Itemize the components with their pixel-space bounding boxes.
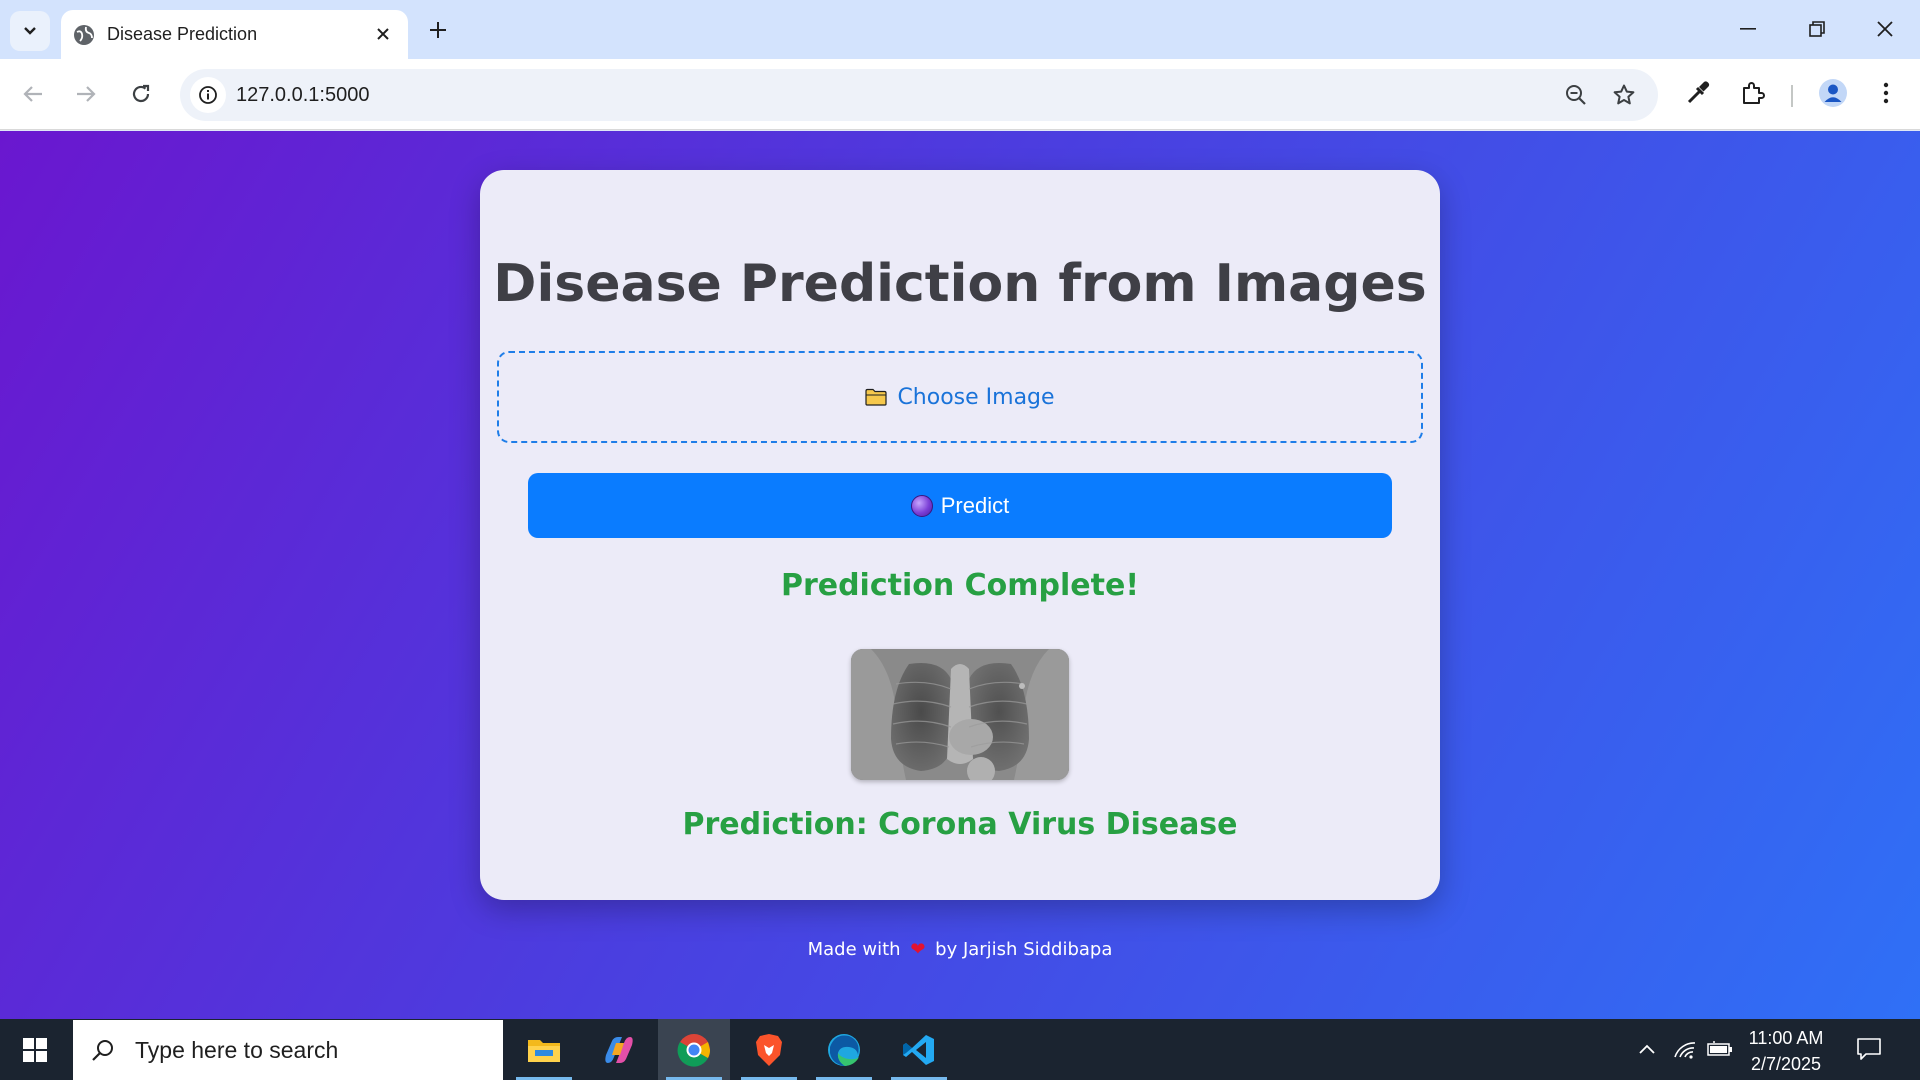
close-window-button[interactable]: [1865, 12, 1905, 46]
windows-logo-icon: [23, 1037, 47, 1062]
clock-time: 11:00 AM: [1748, 1028, 1824, 1048]
plus-icon: [430, 22, 446, 38]
choose-image-label: Choose Image: [897, 384, 1055, 410]
vscode-icon: [903, 1034, 934, 1065]
page-title: Disease Prediction from Images: [493, 254, 1427, 314]
taskbar-search-box[interactable]: Type here to search: [73, 1020, 503, 1080]
arrow-left-icon: [23, 86, 42, 102]
tab-title: Disease Prediction: [107, 24, 258, 44]
eyedropper-extension-icon[interactable]: [1680, 75, 1716, 111]
site-info-icon[interactable]: [190, 77, 226, 113]
browser-toolbar: 127.0.0.1:5000: [0, 59, 1920, 130]
back-button[interactable]: [14, 75, 52, 113]
minimize-icon: [1740, 28, 1756, 30]
taskbar-vscode[interactable]: [883, 1019, 955, 1080]
start-button[interactable]: [0, 1019, 70, 1080]
prediction-card: Disease Prediction from Images Choose Im…: [480, 170, 1440, 900]
taskbar-brave[interactable]: [733, 1019, 805, 1080]
choose-image-dropzone[interactable]: Choose Image: [497, 351, 1423, 443]
restore-icon: [1809, 21, 1825, 37]
clock-date: 2/7/2025: [1750, 1054, 1822, 1074]
prediction-status: Prediction Complete!: [780, 568, 1140, 603]
footer-prefix: Made with: [807, 939, 901, 960]
notifications-button[interactable]: [1854, 1034, 1884, 1064]
predict-button[interactable]: Predict: [528, 473, 1392, 538]
folder-icon: [528, 1039, 560, 1062]
address-bar[interactable]: 127.0.0.1:5000: [180, 69, 1658, 121]
forward-button[interactable]: [67, 75, 105, 113]
globe-icon: [73, 24, 95, 46]
network-icon[interactable]: [1670, 1034, 1700, 1064]
battery-icon[interactable]: [1705, 1034, 1735, 1064]
taskbar-copilot[interactable]: [583, 1019, 655, 1080]
taskbar-file-explorer[interactable]: [508, 1019, 580, 1080]
tab-search-button[interactable]: [10, 11, 50, 51]
minimize-button[interactable]: [1728, 12, 1768, 46]
search-icon: [92, 1040, 113, 1061]
reload-icon: [132, 84, 150, 103]
folder-icon: [865, 388, 888, 406]
zoom-icon[interactable]: [1562, 81, 1590, 109]
copilot-icon: [605, 1036, 633, 1063]
brave-lion-icon: [756, 1033, 782, 1066]
taskbar-edge[interactable]: [808, 1019, 880, 1080]
heart-icon: ❤: [910, 939, 926, 960]
taskbar-chrome[interactable]: [658, 1019, 730, 1080]
prediction-result: Prediction: Corona Virus Disease: [682, 807, 1238, 842]
tab-strip: Disease Prediction: [0, 0, 1920, 59]
windows-taskbar: Type here to search 11:00 AM 2/7/2025: [0, 1019, 1920, 1080]
page-viewport: Disease Prediction from Images Choose Im…: [0, 131, 1920, 1019]
restore-button[interactable]: [1797, 12, 1837, 46]
show-hidden-icons-button[interactable]: [1632, 1034, 1662, 1064]
predict-button-label: Predict: [940, 492, 1010, 518]
chrome-icon: [677, 1033, 711, 1067]
bookmark-star-icon[interactable]: [1610, 81, 1638, 109]
chevron-down-icon: [24, 27, 36, 35]
notification-icon: [1857, 1038, 1881, 1060]
close-tab-icon[interactable]: [372, 23, 394, 45]
chevron-up-icon: [1639, 1044, 1655, 1054]
uploaded-xray-image: [851, 649, 1069, 780]
menu-kebab-icon[interactable]: [1868, 75, 1904, 111]
footer-credit: Made with ❤ by Jarjish Siddibapa: [0, 939, 1920, 960]
browser-tab-active[interactable]: Disease Prediction: [61, 10, 408, 59]
arrow-right-icon: [77, 86, 96, 102]
toolbar-separator: [1791, 85, 1793, 107]
reload-button[interactable]: [122, 75, 160, 113]
footer-author: by Jarjish Siddibapa: [935, 939, 1113, 960]
url-text: 127.0.0.1:5000: [236, 84, 370, 106]
system-clock[interactable]: 11:00 AM 2/7/2025: [1746, 1025, 1826, 1077]
edge-icon: [828, 1033, 860, 1066]
close-icon: [1877, 21, 1893, 37]
profile-avatar-icon[interactable]: [1815, 75, 1851, 111]
new-tab-button[interactable]: [424, 16, 452, 44]
taskbar-search-placeholder: Type here to search: [135, 1036, 339, 1063]
crystal-ball-icon: [910, 494, 933, 517]
extensions-puzzle-icon[interactable]: [1735, 75, 1771, 111]
